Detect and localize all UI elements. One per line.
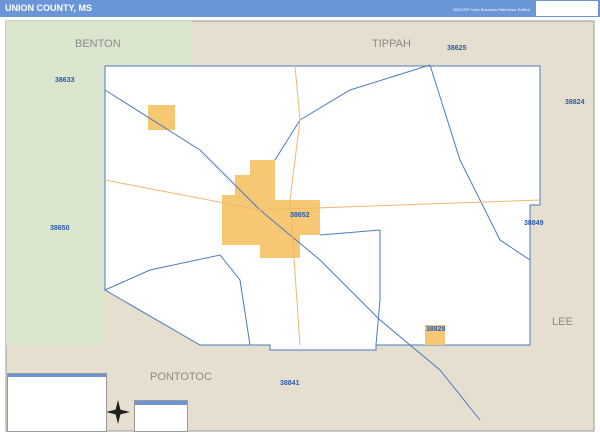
zip-index-table — [134, 400, 188, 432]
county-pontotoc: PONTOTOC — [150, 371, 212, 383]
zip-label: 38828 — [426, 326, 446, 333]
zip-label: 38841 — [280, 380, 300, 387]
map-legend — [7, 373, 107, 432]
zip-label: 38633 — [55, 77, 75, 84]
zip-label: 38824 — [565, 99, 585, 106]
zip-label: 38625 — [447, 45, 467, 52]
county-lee: LEE — [552, 316, 573, 328]
zip-label: 38849 — [524, 220, 544, 227]
county-benton: BENTON — [75, 38, 121, 50]
map-canvas[interactable]: BENTON TIPPAH LEE PONTOTOC 38633 38625 3… — [0, 0, 600, 436]
county-tippah: TIPPAH — [372, 38, 411, 50]
zip-label: 38652 — [290, 212, 310, 219]
zip-label: 38650 — [50, 225, 70, 232]
